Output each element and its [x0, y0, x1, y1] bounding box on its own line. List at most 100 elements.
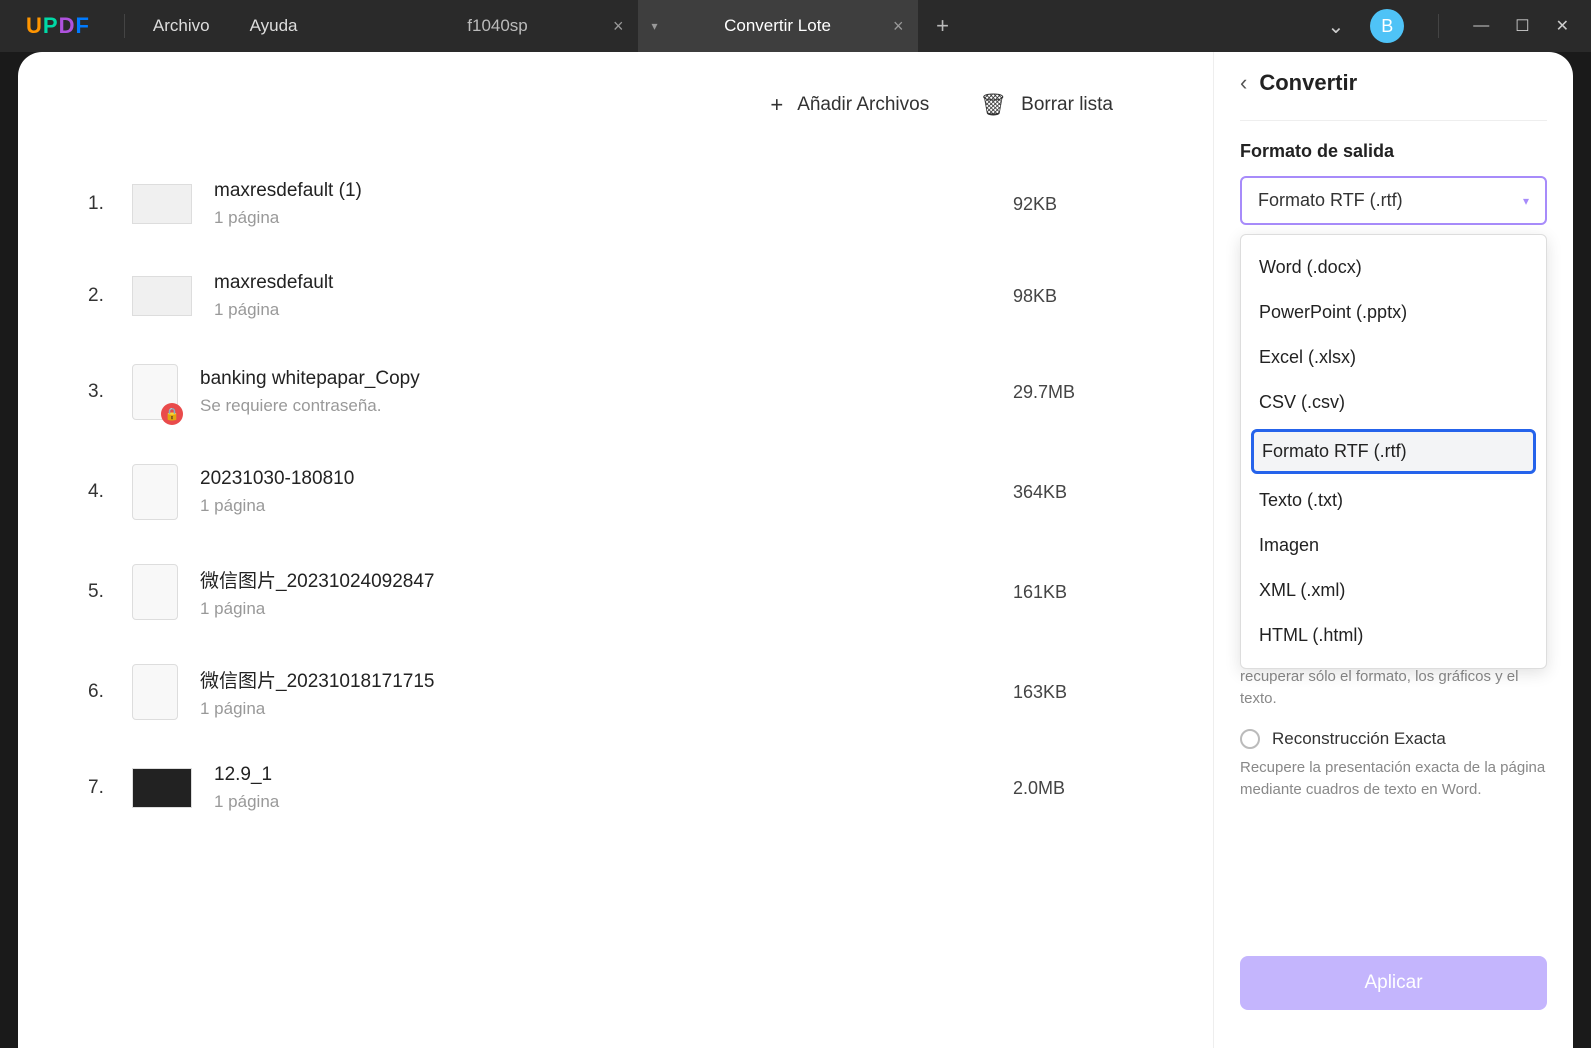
button-label: Borrar lista [1021, 94, 1113, 116]
main-panel: + Añadir Archivos 🗑 Borrar lista 1. maxre… [18, 52, 1213, 1048]
clear-list-button[interactable]: 🗑 Borrar lista [979, 92, 1113, 118]
dropdown-option[interactable]: HTML (.html) [1241, 613, 1546, 658]
dropdown-option[interactable]: CSV (.csv) [1241, 380, 1546, 425]
file-number: 5. [88, 581, 132, 603]
minimize-icon[interactable]: — [1473, 17, 1489, 35]
file-row[interactable]: 6. 微信图片_20231018171715 1 página163KB [88, 642, 1153, 742]
file-thumbnail [132, 664, 178, 720]
plus-icon: + [770, 92, 783, 118]
file-number: 6. [88, 681, 132, 703]
file-row[interactable]: 7.12.9_11 página2.0MB [88, 742, 1153, 834]
format-dropdown: Word (.docx)PowerPoint (.pptx)Excel (.xl… [1240, 234, 1547, 669]
menu-ayuda[interactable]: Ayuda [230, 16, 318, 36]
file-number: 2. [88, 285, 132, 307]
avatar[interactable]: B [1370, 9, 1404, 43]
file-size: 364KB [1013, 482, 1153, 503]
file-subtitle: 1 página [200, 496, 1013, 516]
radio-label: Reconstrucción Exacta [1272, 729, 1446, 749]
file-name: 微信图片_20231024092847 [200, 566, 1013, 593]
file-subtitle: 1 página [214, 208, 1013, 228]
file-subtitle: 1 página [200, 599, 1013, 619]
dropdown-option[interactable]: Imagen [1241, 523, 1546, 568]
file-size: 2.0MB [1013, 778, 1153, 799]
file-subtitle: Se requiere contraseña. [200, 396, 1013, 416]
panel-title: Convertir [1259, 70, 1357, 96]
tab-f1040sp[interactable]: f1040sp × [358, 0, 638, 52]
add-tab-button[interactable]: + [918, 13, 968, 39]
file-row[interactable]: 2. maxresdefault 1 página98KB [88, 250, 1153, 342]
tab-label: f1040sp [467, 16, 528, 36]
maximize-icon[interactable]: ☐ [1515, 16, 1529, 36]
add-files-button[interactable]: + Añadir Archivos [770, 92, 929, 118]
chevron-down-icon[interactable]: ⌄ [1327, 14, 1344, 39]
file-thumbnail [132, 276, 192, 316]
file-row[interactable]: 4. 20231030-180810 1 página364KB [88, 442, 1153, 542]
tab-label: Convertir Lote [724, 16, 831, 36]
dropdown-option[interactable]: Word (.docx) [1241, 245, 1546, 290]
file-number: 7. [88, 777, 132, 799]
file-thumbnail [132, 564, 178, 620]
divider [1438, 14, 1439, 38]
close-icon[interactable]: × [893, 16, 904, 37]
file-size: 98KB [1013, 286, 1153, 307]
tab-bar: f1040sp × ▾ Convertir Lote × + [358, 0, 968, 52]
file-subtitle: 1 página [214, 300, 1013, 320]
file-row[interactable]: 5. 微信图片_20231024092847 1 página161KB [88, 542, 1153, 642]
file-thumbnail [132, 464, 178, 520]
titlebar: UPDF Archivo Ayuda f1040sp × ▾ Convertir… [0, 0, 1591, 52]
file-meta: banking whitepapar_Copy Se requiere contr… [200, 368, 1013, 416]
file-meta: 微信图片_20231018171715 1 página [200, 666, 1013, 719]
file-meta: maxresdefault 1 página [214, 272, 1013, 320]
close-icon[interactable]: × [613, 16, 624, 37]
dropdown-option[interactable]: XML (.xml) [1241, 568, 1546, 613]
file-size: 92KB [1013, 194, 1153, 215]
file-row[interactable]: 3.🔒banking whitepapar_CopySe requiere co… [88, 342, 1153, 442]
workspace: + Añadir Archivos 🗑 Borrar lista 1. maxre… [18, 52, 1573, 1048]
file-name: maxresdefault (1) [214, 180, 1013, 202]
divider [124, 14, 125, 38]
divider [1240, 120, 1547, 121]
dropdown-option[interactable]: Excel (.xlsx) [1241, 335, 1546, 380]
select-value: Formato RTF (.rtf) [1258, 190, 1403, 211]
trash-icon: 🗑 [979, 92, 1007, 118]
menu-archivo[interactable]: Archivo [133, 16, 230, 36]
file-thumbnail [132, 184, 192, 224]
dropdown-option[interactable]: Formato RTF (.rtf) [1251, 429, 1536, 474]
option-description: Recupere la presentación exacta de la pá… [1240, 757, 1547, 802]
toolbar: + Añadir Archivos 🗑 Borrar lista [58, 92, 1153, 118]
file-number: 1. [88, 193, 132, 215]
app-logo: UPDF [0, 13, 116, 39]
close-icon[interactable]: ✕ [1556, 16, 1569, 36]
format-label: Formato de salida [1240, 141, 1547, 162]
panel-header: ‹ Convertir [1240, 70, 1547, 96]
file-name: 微信图片_20231018171715 [200, 666, 1013, 693]
file-row[interactable]: 1. maxresdefault (1) 1 página92KB [88, 158, 1153, 250]
file-meta: 微信图片_20231024092847 1 página [200, 566, 1013, 619]
dropdown-option[interactable]: Texto (.txt) [1241, 478, 1546, 523]
file-name: maxresdefault [214, 272, 1013, 294]
file-name: 12.9_1 [214, 764, 1013, 786]
back-icon[interactable]: ‹ [1240, 70, 1247, 96]
apply-button[interactable]: Aplicar [1240, 956, 1547, 1010]
tab-convertir-lote[interactable]: ▾ Convertir Lote × [638, 0, 918, 52]
window-controls: ⌄ B — ☐ ✕ [1327, 9, 1591, 43]
file-thumbnail: 🔒 [132, 364, 178, 420]
radio-icon [1240, 729, 1260, 749]
file-size: 163KB [1013, 682, 1153, 703]
file-thumbnail [132, 768, 192, 808]
file-meta: 20231030-180810 1 página [200, 468, 1013, 516]
file-list: 1.maxresdefault (1)1 página92KB2.maxresd… [58, 158, 1153, 834]
format-select[interactable]: Formato RTF (.rtf) ▾ [1240, 176, 1547, 225]
file-number: 4. [88, 481, 132, 503]
dropdown-option[interactable]: PowerPoint (.pptx) [1241, 290, 1546, 335]
lock-icon: 🔒 [161, 403, 183, 425]
file-size: 29.7MB [1013, 382, 1153, 403]
file-name: 20231030-180810 [200, 468, 1013, 490]
side-panel: ‹ Convertir Formato de salida Formato RT… [1213, 52, 1573, 1048]
chevron-down-icon[interactable]: ▾ [652, 19, 658, 33]
file-subtitle: 1 página [200, 699, 1013, 719]
radio-exact-reconstruction[interactable]: Reconstrucción Exacta [1240, 729, 1547, 749]
file-name: banking whitepapar_Copy [200, 368, 1013, 390]
file-size: 161KB [1013, 582, 1153, 603]
caret-down-icon: ▾ [1523, 194, 1529, 208]
